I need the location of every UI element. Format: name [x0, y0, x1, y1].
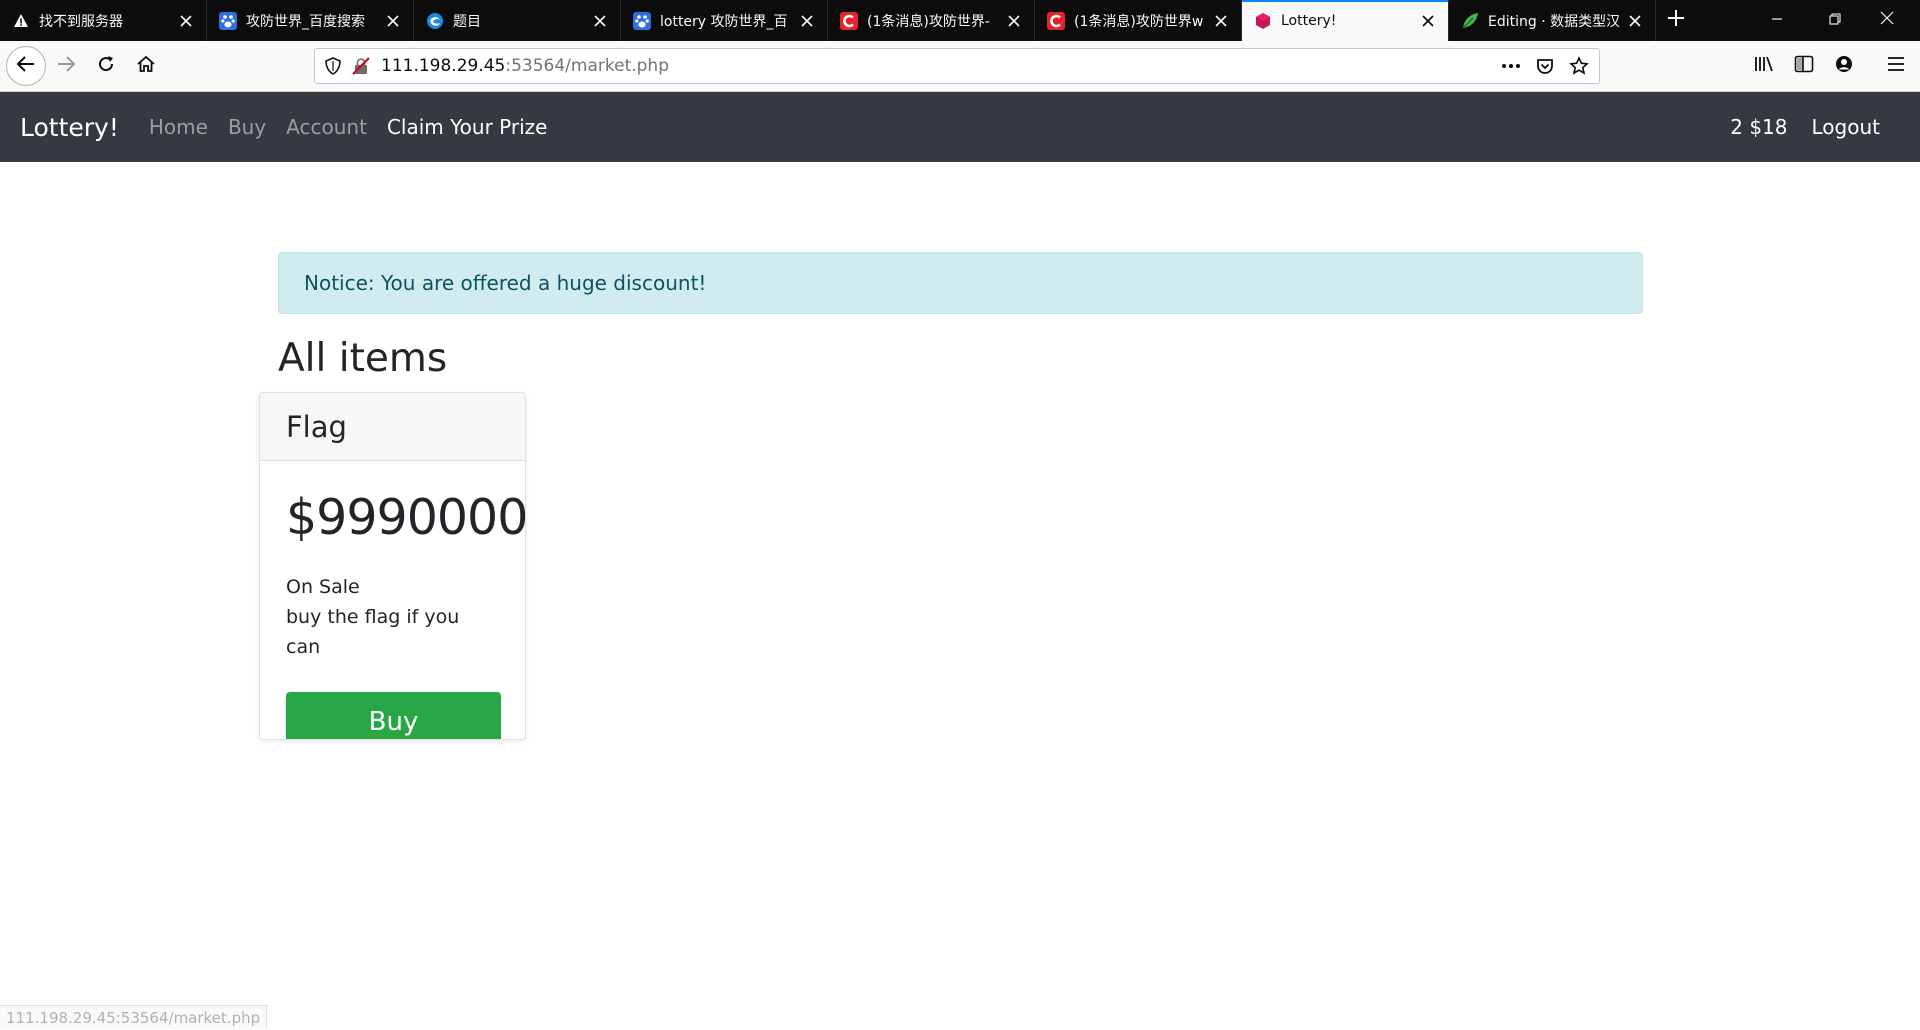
minimize-button[interactable] [1754, 0, 1800, 41]
browser-tab[interactable]: 攻防世界_百度搜索 [207, 0, 414, 41]
notice-alert: Notice: You are offered a huge discount! [278, 252, 1643, 314]
tab-title: (1条消息)攻防世界w [1074, 13, 1204, 30]
browser-tab[interactable]: Editing · 数据类型汉 [1449, 0, 1656, 41]
menu-button[interactable] [1878, 48, 1914, 84]
browser-tab-strip: 找不到服务器 攻防世界_百度搜索 题目 lottery 攻防世界_百 (1条消息… [0, 0, 1920, 41]
hexagon-icon [1254, 12, 1272, 30]
item-card-header: Flag [260, 393, 525, 461]
close-icon[interactable] [1418, 11, 1438, 31]
account-icon [1834, 54, 1854, 79]
url-path: :53564/market.php [505, 56, 669, 76]
browser-tab[interactable]: 找不到服务器 [0, 0, 207, 41]
site-navbar: Lottery! Home Buy Account Claim Your Pri… [0, 92, 1920, 162]
status-url: 111.198.29.45:53564/market.php [6, 1008, 261, 1027]
restore-icon [1829, 12, 1841, 30]
tab-title: Lottery! [1281, 12, 1337, 29]
minimize-icon [1771, 12, 1783, 30]
close-window-button[interactable] [1864, 0, 1910, 41]
tab-title: 攻防世界_百度搜索 [246, 13, 365, 30]
account-summary[interactable]: 2 $18 [1730, 115, 1787, 139]
browser-tab[interactable]: (1条消息)攻防世界w [1035, 0, 1242, 41]
status-bar: 111.198.29.45:53564/market.php [0, 1005, 268, 1029]
tab-title: 题目 [453, 13, 481, 30]
nav-right-group: 2 $18 Logout [1706, 92, 1880, 162]
library-button[interactable] [1746, 48, 1782, 84]
plus-icon [1667, 9, 1685, 32]
tab-title: (1条消息)攻防世界- [867, 13, 990, 30]
new-tab-button[interactable] [1656, 0, 1696, 41]
forward-button[interactable] [48, 48, 84, 84]
item-info: On Sale buy the flag if you can [286, 572, 499, 662]
warning-icon [12, 12, 30, 30]
address-bar[interactable]: 111.198.29.45:53564/market.php [314, 48, 1600, 84]
more-actions-icon[interactable] [1497, 52, 1525, 80]
buy-button[interactable]: Buy [286, 692, 501, 739]
reload-button[interactable] [88, 48, 124, 84]
close-icon[interactable] [1625, 11, 1645, 31]
item-status: On Sale [286, 576, 360, 598]
tab-title: 找不到服务器 [39, 13, 123, 30]
item-name: Flag [286, 409, 347, 444]
notice-text: Notice: You are offered a huge discount! [304, 271, 707, 295]
arrow-left-icon [16, 54, 36, 79]
logout-link[interactable]: Logout [1812, 115, 1880, 139]
back-button[interactable] [6, 46, 46, 86]
item-card-body: $9990000 On Sale buy the flag if you can… [260, 489, 526, 739]
pocket-icon[interactable] [1531, 52, 1559, 80]
browser-tab[interactable]: 题目 [414, 0, 621, 41]
close-icon[interactable] [176, 11, 196, 31]
url-host: 111.198.29.45 [381, 56, 506, 76]
home-icon [136, 54, 156, 79]
reload-icon [96, 54, 116, 79]
restore-button[interactable] [1812, 0, 1858, 41]
close-icon[interactable] [1004, 11, 1024, 31]
close-icon[interactable] [383, 11, 403, 31]
close-icon[interactable] [590, 11, 610, 31]
browser-toolbar: 111.198.29.45:53564/market.php [0, 41, 1920, 92]
site-brand[interactable]: Lottery! [20, 113, 119, 142]
insecure-lock-icon[interactable] [347, 52, 375, 80]
item-description: buy the flag if you can [286, 606, 460, 658]
leaf-icon [1461, 12, 1479, 30]
arrow-right-icon [56, 54, 76, 79]
baidu-paw-icon [219, 11, 237, 30]
tab-title: lottery 攻防世界_百 [660, 13, 788, 30]
account-button[interactable] [1826, 48, 1862, 84]
close-icon[interactable] [1211, 11, 1231, 31]
page-title: All items [278, 336, 448, 381]
csdn-c-icon [840, 11, 858, 30]
close-icon [1880, 11, 1894, 30]
sidebar-icon [1794, 55, 1814, 78]
sidebar-button[interactable] [1786, 48, 1822, 84]
url-text[interactable]: 111.198.29.45:53564/market.php [381, 56, 1497, 76]
tab-title: Editing · 数据类型汉 [1488, 13, 1619, 30]
hamburger-menu-icon [1887, 56, 1905, 77]
home-button[interactable] [128, 48, 164, 84]
nav-link-claim-prize[interactable]: Claim Your Prize [387, 115, 548, 139]
nav-link-buy[interactable]: Buy [228, 115, 266, 139]
library-icon [1754, 55, 1774, 78]
bookmark-star-icon[interactable] [1565, 52, 1593, 80]
browser-tab-active[interactable]: Lottery! [1242, 0, 1449, 41]
nav-link-account[interactable]: Account [286, 115, 367, 139]
item-card: Flag $9990000 On Sale buy the flag if yo… [259, 392, 526, 740]
csdn-c-icon [1047, 11, 1065, 30]
shield-icon[interactable] [319, 52, 347, 80]
browser-tab[interactable]: (1条消息)攻防世界- [828, 0, 1035, 41]
close-icon[interactable] [797, 11, 817, 31]
baidu-paw-icon [633, 11, 651, 30]
nav-link-home[interactable]: Home [149, 115, 208, 139]
globe-swirl-icon [426, 12, 444, 30]
item-price: $9990000 [286, 489, 526, 546]
browser-tab[interactable]: lottery 攻防世界_百 [621, 0, 828, 41]
